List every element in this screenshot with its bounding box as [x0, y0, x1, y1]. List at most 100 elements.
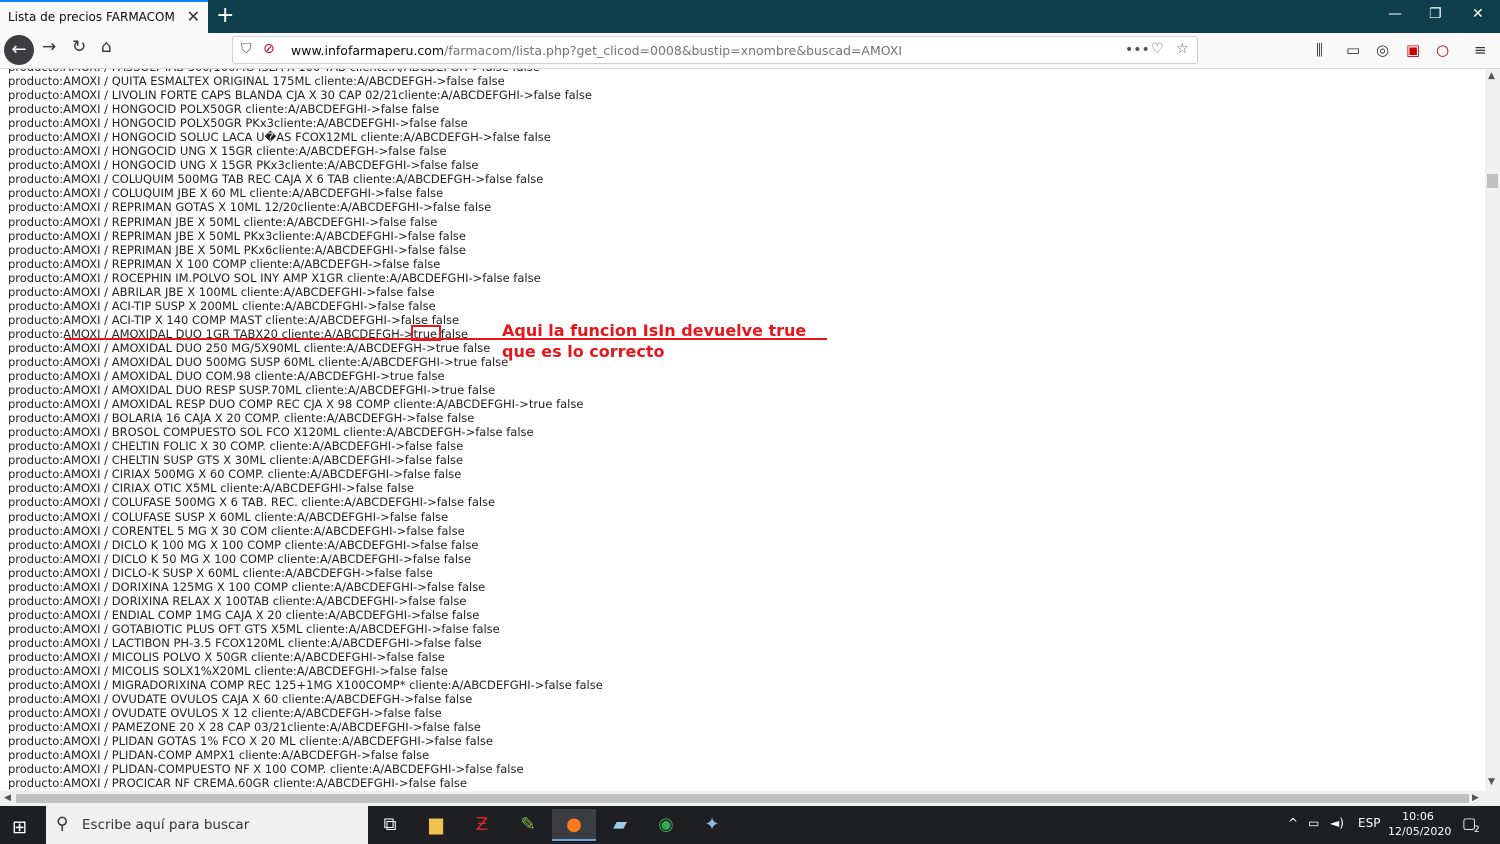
home-icon[interactable]: ⌂ [101, 37, 112, 57]
notes-icon[interactable]: ▰ [598, 809, 642, 841]
scroll-down-icon[interactable]: ▼ [1488, 777, 1495, 787]
annotation-text: Aqui la funcion IsIn devuelve true que e… [502, 320, 806, 362]
tab-active[interactable]: Lista de precios FARMACOM ✕ [0, 0, 208, 33]
product-line: producto:AMOXI / HONGOCID SOLUC LACA U�A… [8, 130, 551, 145]
product-line: producto:AMOXI / PLIDAN-COMPUESTO NF X 1… [8, 762, 524, 777]
product-line: producto:AMOXI / AMOXIDAL DUO COM.98 cli… [8, 369, 445, 384]
windows-start-icon[interactable]: ⊞ [12, 817, 27, 838]
notepad-plus-icon[interactable]: ✎ [506, 809, 550, 841]
product-line: producto:AMOXI / REPRIMAN JBE X 50ML PKx… [8, 242, 466, 257]
product-line: producto:AMOXI / PLIDAN GOTAS 1% FCO X 2… [8, 734, 493, 749]
product-line: producto:AMOXI / BROSOL COMPUESTO SOL FC… [8, 425, 534, 440]
product-line: producto:AMOXI / LIVOLIN FORTE CAPS BLAN… [8, 88, 592, 103]
product-line: producto:AMOXI / REPRIMAN GOTAS X 10ML 1… [8, 200, 492, 215]
product-line: producto:AMOXI / MIGRADORIXINA COMP REC … [8, 678, 603, 693]
annotation-line-2: que es lo correcto [502, 342, 665, 361]
product-line: producto:AMOXI / OVUDATE OVULOS CAJA X 6… [8, 692, 473, 707]
vertical-scroll-thumb[interactable] [1487, 174, 1498, 188]
vertical-scrollbar[interactable]: ▲ ▼ [1485, 69, 1500, 791]
product-line: producto:AMOXI / COLUQUIM JBE X 60 ML cl… [8, 186, 444, 201]
scroll-up-icon[interactable]: ▲ [1488, 71, 1495, 81]
product-line: producto:AMOXI / QUITA ESMALTEX ORIGINAL… [8, 74, 505, 89]
product-line: producto:AMOXI / OVUDATE OVULOS X 12 cli… [8, 706, 442, 721]
product-line: producto:AMOXI / DICLO K 100 MG X 100 CO… [8, 537, 479, 552]
product-line: producto:AMOXI / COLUFASE 500MG X 6 TAB.… [8, 495, 496, 510]
url-text[interactable]: www.infofarmaperu.com/farmacom/lista.php… [291, 43, 902, 58]
minimize-button[interactable]: — [1388, 6, 1402, 22]
filezilla-icon[interactable]: Ƶ [460, 809, 504, 841]
product-line: producto:AMOXI / COLUQUIM 500MG TAB REC … [8, 172, 544, 187]
product-line: producto:AMOXI / DICLO-K SUSP X 60ML cli… [8, 565, 433, 580]
tab-title: Lista de precios FARMACOM [8, 10, 175, 24]
account-icon[interactable]: ◎ [1376, 41, 1389, 59]
page-actions-icon[interactable]: ••• [1125, 42, 1150, 58]
url-bar[interactable]: ⛉ ⊘ www.infofarmaperu.com/farmacom/lista… [232, 36, 1198, 64]
sidebar-icon[interactable]: ▭ [1346, 41, 1360, 59]
app-icon[interactable]: ✦ [690, 809, 734, 841]
product-line: producto:AMOXI / ENDIAL COMP 1MG CAJA X … [8, 607, 480, 622]
product-line: producto:AMOXI / CORENTEL 5 MG X 30 COM … [8, 523, 465, 538]
product-line: producto:AMOXI / DORIXINA 125MG X 100 CO… [8, 579, 486, 594]
product-line: producto:AMOXI / PLIDAN-COMP AMPX1 clien… [8, 748, 430, 763]
product-line: producto:AMOXI / CIRIAX 500MG X 60 COMP.… [8, 467, 462, 482]
horizontal-scrollbar[interactable]: ◀ ▶ [0, 791, 1500, 806]
bookmark-star-icon[interactable]: ☆ [1176, 41, 1189, 57]
shield-icon[interactable]: ⛉ [241, 41, 252, 57]
product-line: producto:AMOXI / AMOXIDAL DUO RESP SUSP.… [8, 383, 496, 398]
volume-icon[interactable]: ◄) [1330, 816, 1344, 830]
product-line: producto:AMOXI / BOLARIA 16 CAJA X 20 CO… [8, 411, 475, 426]
taskbar-search[interactable]: ⚲ Escribe aquí para buscar [46, 806, 368, 844]
reload-icon[interactable]: ↻ [72, 37, 86, 57]
forward-icon[interactable]: → [42, 37, 56, 57]
product-line: producto:AMOXI / LACTIBON PH-3.5 FCOX120… [8, 635, 482, 650]
product-line: producto:AMOXI / DORIXINA RELAX X 100TAB… [8, 593, 467, 608]
product-line: producto:AMOXI / CHELTIN FOLIC X 30 COMP… [8, 439, 464, 454]
notification-count: 2 [1474, 825, 1480, 835]
product-line: producto:AMOXI / HONGOCID POLX50GR clien… [8, 102, 440, 117]
product-line: producto:AMOXI / COLUFASE SUSP X 60ML cl… [8, 509, 449, 524]
taskbar: ⊞ ⚲ Escribe aquí para buscar ⧉ ▆ Ƶ ✎ ● ▰… [0, 806, 1500, 844]
menu-icon[interactable]: ≡ [1474, 41, 1487, 59]
product-line: producto:AMOXI / PROCICAR NF CREMA.60GR … [8, 776, 467, 791]
product-line: producto:AMOXI / ACI-TIP SUSP X 200ML cl… [8, 298, 436, 313]
product-line: producto:AMOXI / MICOLIS SOLX1%X20ML cli… [8, 664, 448, 679]
nav-bar: ← → ↻ ⌂ ⛉ ⊘ www.infofarmaperu.com/farmac… [0, 33, 1500, 69]
extension-icon[interactable]: ▣ [1406, 41, 1420, 59]
annotation-highlight-box [411, 325, 441, 341]
close-window-button[interactable]: ✕ [1472, 6, 1484, 22]
task-view-icon[interactable]: ⧉ [368, 809, 412, 841]
product-list: producto:AMOXI / PASSOLT IAB 300/100MG I… [8, 69, 603, 790]
tab-strip: Lista de precios FARMACOM ✕ + — ❐ ✕ [0, 0, 1500, 33]
product-line: producto:AMOXI / GOTABIOTIC PLUS OFT GTS… [8, 621, 500, 636]
horizontal-scroll-thumb[interactable] [16, 794, 1469, 803]
product-line: producto:AMOXI / DICLO K 50 MG X 100 COM… [8, 551, 472, 566]
product-line: producto:AMOXI / CIRIAX OTIC X5ML client… [8, 481, 414, 496]
product-line: producto:AMOXI / AMOXIDAL RESP DUO COMP … [8, 397, 584, 412]
product-line: producto:AMOXI / MICOLIS POLVO X 50GR cl… [8, 649, 445, 664]
clock[interactable]: 10:06 12/05/2020 [1388, 809, 1451, 839]
product-line: producto:AMOXI / PAMEZONE 20 X 28 CAP 03… [8, 720, 481, 735]
annotation-line-1: Aqui la funcion IsIn devuelve true [502, 321, 807, 340]
product-line: producto:AMOXI / REPRIMAN JBE X 50ML cli… [8, 214, 438, 229]
maximize-button[interactable]: ❐ [1429, 6, 1442, 22]
tab-close-icon[interactable]: ✕ [187, 7, 200, 26]
tray-chevron-icon[interactable]: ^ [1288, 816, 1298, 830]
back-button[interactable]: ← [4, 35, 34, 65]
firefox-icon[interactable]: ● [552, 809, 596, 841]
library-icon[interactable]: ⫼ [1316, 41, 1323, 59]
network-icon[interactable]: ▭ [1308, 816, 1319, 830]
product-line: producto:AMOXI / CHELTIN SUSP GTS X 30ML… [8, 453, 464, 468]
page-content: producto:AMOXI / PASSOLT IAB 300/100MG I… [0, 69, 1485, 791]
chrome-icon[interactable]: ◉ [644, 809, 688, 841]
search-placeholder: Escribe aquí para buscar [82, 817, 250, 833]
scroll-right-icon[interactable]: ▶ [1472, 793, 1479, 803]
new-tab-button[interactable]: + [216, 3, 234, 28]
search-extension-icon[interactable]: ○ [1436, 41, 1449, 59]
pocket-icon[interactable]: ♡ [1151, 41, 1164, 57]
language-indicator[interactable]: ESP [1358, 816, 1380, 830]
scroll-left-icon[interactable]: ◀ [4, 793, 11, 803]
product-line: producto:AMOXI / ROCEPHIN IM.POLVO SOL I… [8, 270, 541, 285]
clock-time: 10:06 [1402, 810, 1434, 823]
file-explorer-icon[interactable]: ▆ [414, 809, 458, 841]
insecure-lock-icon[interactable]: ⊘ [263, 41, 275, 57]
